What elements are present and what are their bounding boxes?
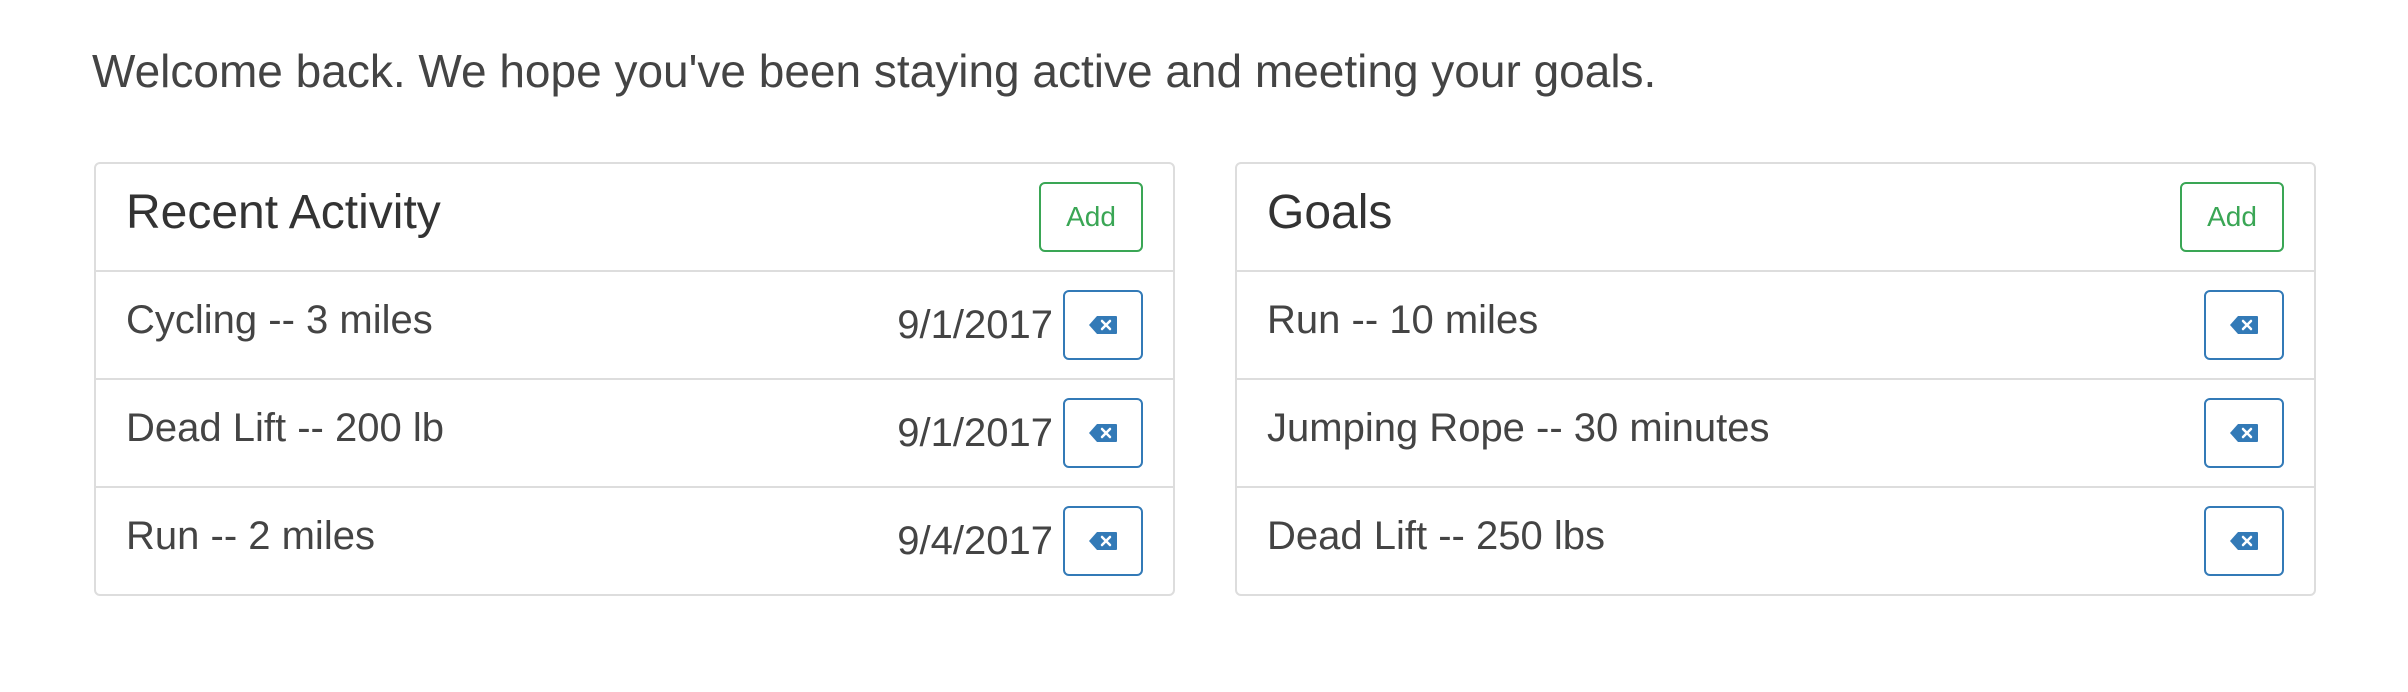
goals-title: Goals [1267, 185, 1393, 239]
backspace-icon [2229, 531, 2259, 551]
delete-goal-button[interactable] [2204, 290, 2284, 360]
activity-row: Run -- 2 miles 9/4/2017 [96, 488, 1173, 594]
welcome-message: Welcome back. We hope you've been stayin… [92, 45, 1657, 97]
delete-activity-button[interactable] [1063, 290, 1143, 360]
activity-label: Dead Lift -- 200 lb [126, 405, 444, 450]
activity-row: Dead Lift -- 200 lb 9/1/2017 [96, 380, 1173, 488]
delete-goal-button[interactable] [2204, 398, 2284, 468]
goal-label: Dead Lift -- 250 lbs [1267, 513, 1605, 558]
dashboard-page: Welcome back. We hope you've been stayin… [0, 0, 2408, 692]
activity-date: 9/1/2017 [897, 410, 1053, 455]
recent-activity-panel: Recent Activity Add Cycling -- 3 miles 9… [94, 162, 1175, 596]
goals-header: Goals Add [1237, 164, 2314, 272]
backspace-icon [1088, 315, 1118, 335]
goal-label: Run -- 10 miles [1267, 297, 1539, 342]
activity-date: 9/1/2017 [897, 302, 1053, 347]
activity-label: Cycling -- 3 miles [126, 297, 433, 342]
goal-row: Dead Lift -- 250 lbs [1237, 488, 2314, 594]
backspace-icon [1088, 423, 1118, 443]
delete-goal-button[interactable] [2204, 506, 2284, 576]
backspace-icon [1088, 531, 1118, 551]
add-activity-button[interactable]: Add [1039, 182, 1143, 252]
delete-activity-button[interactable] [1063, 506, 1143, 576]
activity-label: Run -- 2 miles [126, 513, 375, 558]
recent-activity-header: Recent Activity Add [96, 164, 1173, 272]
activity-row: Cycling -- 3 miles 9/1/2017 [96, 272, 1173, 380]
activity-date: 9/4/2017 [897, 518, 1053, 563]
delete-activity-button[interactable] [1063, 398, 1143, 468]
add-goal-button[interactable]: Add [2180, 182, 2284, 252]
goal-row: Jumping Rope -- 30 minutes [1237, 380, 2314, 488]
backspace-icon [2229, 423, 2259, 443]
goals-panel: Goals Add Run -- 10 miles Jumping Rope -… [1235, 162, 2316, 596]
recent-activity-title: Recent Activity [126, 185, 441, 239]
goal-label: Jumping Rope -- 30 minutes [1267, 405, 1770, 450]
backspace-icon [2229, 315, 2259, 335]
goal-row: Run -- 10 miles [1237, 272, 2314, 380]
